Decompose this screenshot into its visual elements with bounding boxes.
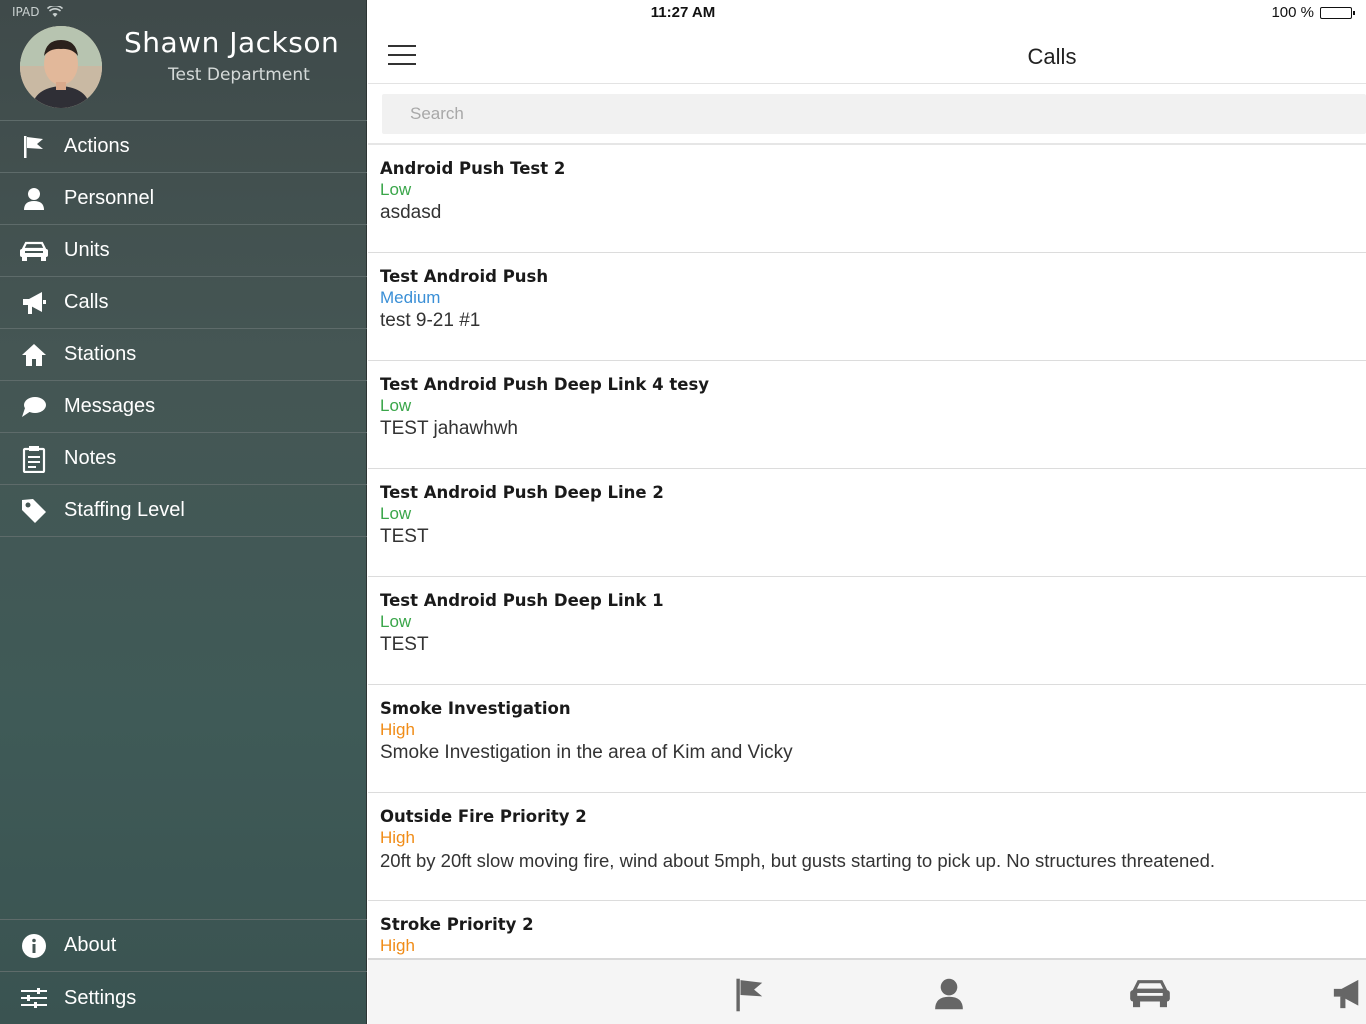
nav-item-label: Settings xyxy=(64,986,137,1009)
calls-list: Android Push Test 2 Low asdasd Test Andr… xyxy=(368,143,1366,958)
search-input[interactable] xyxy=(382,94,1366,134)
call-name: Smoke Investigation xyxy=(380,699,571,718)
call-list-item[interactable]: Android Push Test 2 Low asdasd xyxy=(368,145,1366,253)
call-description: 20ft by 20ft slow moving fire, wind abou… xyxy=(380,850,1215,871)
car-icon xyxy=(1130,980,1170,1008)
nav-item-label: Stations xyxy=(64,343,137,365)
clipboard-icon xyxy=(0,445,64,473)
call-name: Test Android Push xyxy=(380,267,549,286)
call-list-item[interactable]: Test Android Push Medium test 9-21 #1 xyxy=(368,253,1366,361)
nav-item-about[interactable]: About xyxy=(0,920,367,972)
info-icon xyxy=(0,933,64,959)
nav-menu: Actions Personnel Units Calls Stations M… xyxy=(0,120,367,537)
call-description: TEST jahawhwh xyxy=(380,418,518,439)
nav-item-settings[interactable]: Settings xyxy=(0,972,367,1024)
home-icon xyxy=(0,342,64,368)
call-description: TEST xyxy=(380,634,429,655)
call-description: TEST xyxy=(380,526,429,547)
call-list-item[interactable]: Smoke Investigation High Smoke Investiga… xyxy=(368,685,1366,793)
header: Calls xyxy=(368,30,1366,84)
nav-item-personnel[interactable]: Personnel xyxy=(0,173,367,225)
device-label: IPAD xyxy=(12,5,40,19)
main-content: 11:27 AM 100 % Calls Android Push Test 2… xyxy=(368,0,1366,1024)
flag-icon xyxy=(0,134,64,160)
call-list-item[interactable]: Test Android Push Deep Line 2 Low TEST xyxy=(368,469,1366,577)
call-description: asdasd xyxy=(380,202,442,223)
call-name: Android Push Test 2 xyxy=(380,159,566,178)
person-icon xyxy=(0,186,64,212)
nav-item-label: Actions xyxy=(64,135,130,157)
call-name: Outside Fire Priority 2 xyxy=(380,807,587,826)
car-icon xyxy=(0,239,64,263)
status-bar-left: IPAD xyxy=(12,5,64,19)
call-priority: High xyxy=(380,720,415,739)
call-priority: Medium xyxy=(380,288,441,307)
avatar[interactable] xyxy=(20,26,102,108)
call-priority: Low xyxy=(380,396,412,415)
nav-item-actions[interactable]: Actions xyxy=(0,121,367,173)
nav-item-label: Calls xyxy=(64,291,109,313)
call-name: Stroke Priority 2 xyxy=(380,915,534,934)
status-time: 11:27 AM xyxy=(650,4,716,21)
call-list-item[interactable]: Test Android Push Deep Link 1 Low TEST xyxy=(368,577,1366,685)
call-name: Test Android Push Deep Line 2 xyxy=(380,483,664,502)
tab-personnel[interactable] xyxy=(931,976,967,1016)
battery-icon xyxy=(1320,6,1355,19)
nav-item-staffing-level[interactable]: Staffing Level xyxy=(0,485,367,537)
nav-item-stations[interactable]: Stations xyxy=(0,329,367,381)
tag-icon xyxy=(0,497,64,525)
page-title: Calls xyxy=(1027,44,1077,69)
call-description: Smoke Investigation in the area of Kim a… xyxy=(380,742,793,763)
megaphone-icon xyxy=(1333,979,1359,1009)
call-priority: High xyxy=(380,828,415,847)
nav-item-units[interactable]: Units xyxy=(0,225,367,277)
call-list-item[interactable]: Test Android Push Deep Link 4 tesy Low T… xyxy=(368,361,1366,469)
call-name: Test Android Push Deep Link 1 xyxy=(380,591,664,610)
profile-department: Test Department xyxy=(168,65,310,85)
tab-units[interactable] xyxy=(1128,976,1172,1014)
call-description: test 9-21 #1 xyxy=(380,310,481,331)
call-list-item[interactable]: Stroke Priority 2 High xyxy=(368,901,1366,958)
call-priority: Low xyxy=(380,612,412,631)
chat-icon xyxy=(0,394,64,420)
nav-item-calls[interactable]: Calls xyxy=(0,277,367,329)
nav-item-label: About xyxy=(64,934,117,956)
nav-item-label: Units xyxy=(64,239,110,261)
person-icon xyxy=(935,978,963,1010)
battery-percent: 100 % xyxy=(1271,4,1314,21)
nav-item-label: Notes xyxy=(64,447,117,469)
call-priority: Low xyxy=(380,504,412,523)
call-priority: Low xyxy=(380,180,412,199)
wifi-icon xyxy=(47,6,64,17)
tab-actions[interactable] xyxy=(732,976,768,1018)
avatar-image xyxy=(20,26,102,108)
nav-item-notes[interactable]: Notes xyxy=(0,433,367,485)
nav-item-label: Staffing Level xyxy=(64,499,185,521)
status-battery: 100 % xyxy=(1271,4,1355,21)
call-list-item[interactable]: Outside Fire Priority 2 High 20ft by 20f… xyxy=(368,793,1366,901)
side-menu: IPAD Shawn Jackson Test Department Actio… xyxy=(0,0,367,1024)
call-priority: High xyxy=(380,936,415,955)
bottom-tab-bar xyxy=(368,958,1366,1024)
profile-name: Shawn Jackson xyxy=(124,26,340,59)
nav-item-messages[interactable]: Messages xyxy=(0,381,367,433)
flag-icon xyxy=(736,978,763,1012)
tab-calls[interactable] xyxy=(1330,976,1366,1016)
nav-menu-bottom: About Settings xyxy=(0,919,367,1024)
nav-item-label: Messages xyxy=(64,395,156,417)
search-bar xyxy=(382,94,1366,134)
megaphone-icon xyxy=(0,290,64,316)
call-name: Test Android Push Deep Link 4 tesy xyxy=(380,375,710,394)
sliders-icon xyxy=(0,986,64,1010)
nav-item-label: Personnel xyxy=(64,187,155,209)
